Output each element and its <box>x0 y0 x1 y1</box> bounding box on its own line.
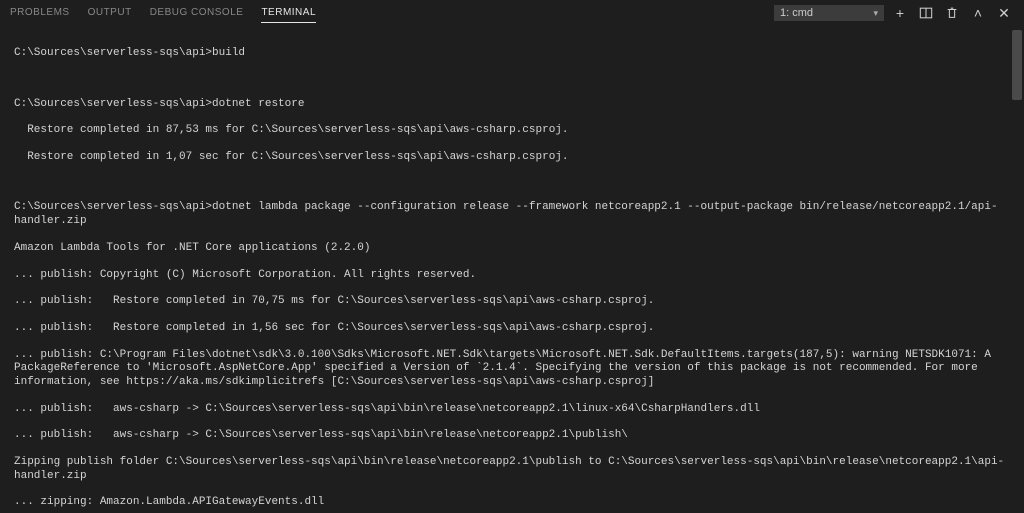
terminal-line: ... publish: C:\Program Files\dotnet\sdk… <box>14 349 1010 389</box>
tab-debug-console[interactable]: DEBUG CONSOLE <box>150 3 244 23</box>
new-terminal-button[interactable]: + <box>890 3 910 23</box>
kill-terminal-button[interactable] <box>942 3 962 23</box>
tab-problems[interactable]: PROBLEMS <box>10 3 70 23</box>
terminal-line: ... publish: aws-csharp -> C:\Sources\se… <box>14 429 1010 442</box>
terminal-line: C:\Sources\serverless-sqs\api>build <box>14 47 1010 60</box>
terminal-line: ... publish: aws-csharp -> C:\Sources\se… <box>14 403 1010 416</box>
tab-output[interactable]: OUTPUT <box>88 3 132 23</box>
terminal-selector-value: 1: cmd <box>780 7 813 19</box>
terminal-line: ... zipping: Amazon.Lambda.APIGatewayEve… <box>14 496 1010 509</box>
terminal-line: Restore completed in 1,07 sec for C:\Sou… <box>14 151 1010 164</box>
close-panel-button[interactable]: ✕ <box>994 3 1014 23</box>
terminal-line: Zipping publish folder C:\Sources\server… <box>14 456 1010 483</box>
split-terminal-button[interactable] <box>916 3 936 23</box>
chevron-down-icon: ▾ <box>873 8 878 19</box>
close-icon: ✕ <box>998 5 1010 22</box>
terminal-line: Amazon Lambda Tools for .NET Core applic… <box>14 242 1010 255</box>
terminal-line: C:\Sources\serverless-sqs\api>dotnet lam… <box>14 201 1010 228</box>
tab-terminal[interactable]: TERMINAL <box>261 3 316 23</box>
terminal-selector[interactable]: 1: cmd ▾ <box>774 5 884 21</box>
maximize-panel-button[interactable]: ˄ <box>968 3 988 23</box>
chevron-up-icon: ˄ <box>974 5 982 21</box>
terminal-line: ... publish: Restore completed in 70,75 … <box>14 295 1010 308</box>
scrollbar-thumb[interactable] <box>1012 30 1022 100</box>
terminal-output[interactable]: C:\Sources\serverless-sqs\api>build C:\S… <box>0 26 1024 513</box>
plus-icon: + <box>896 5 904 21</box>
trash-icon <box>945 6 959 20</box>
terminal-line: ... publish: Restore completed in 1,56 s… <box>14 322 1010 335</box>
panel-tabs: PROBLEMS OUTPUT DEBUG CONSOLE TERMINAL <box>10 3 316 23</box>
panel-tabbar: PROBLEMS OUTPUT DEBUG CONSOLE TERMINAL 1… <box>0 0 1024 26</box>
terminal-line: Restore completed in 87,53 ms for C:\Sou… <box>14 124 1010 137</box>
terminal-line: ... publish: Copyright (C) Microsoft Cor… <box>14 269 1010 282</box>
split-pane-icon <box>919 6 933 20</box>
terminal-line: C:\Sources\serverless-sqs\api>dotnet res… <box>14 98 1010 111</box>
